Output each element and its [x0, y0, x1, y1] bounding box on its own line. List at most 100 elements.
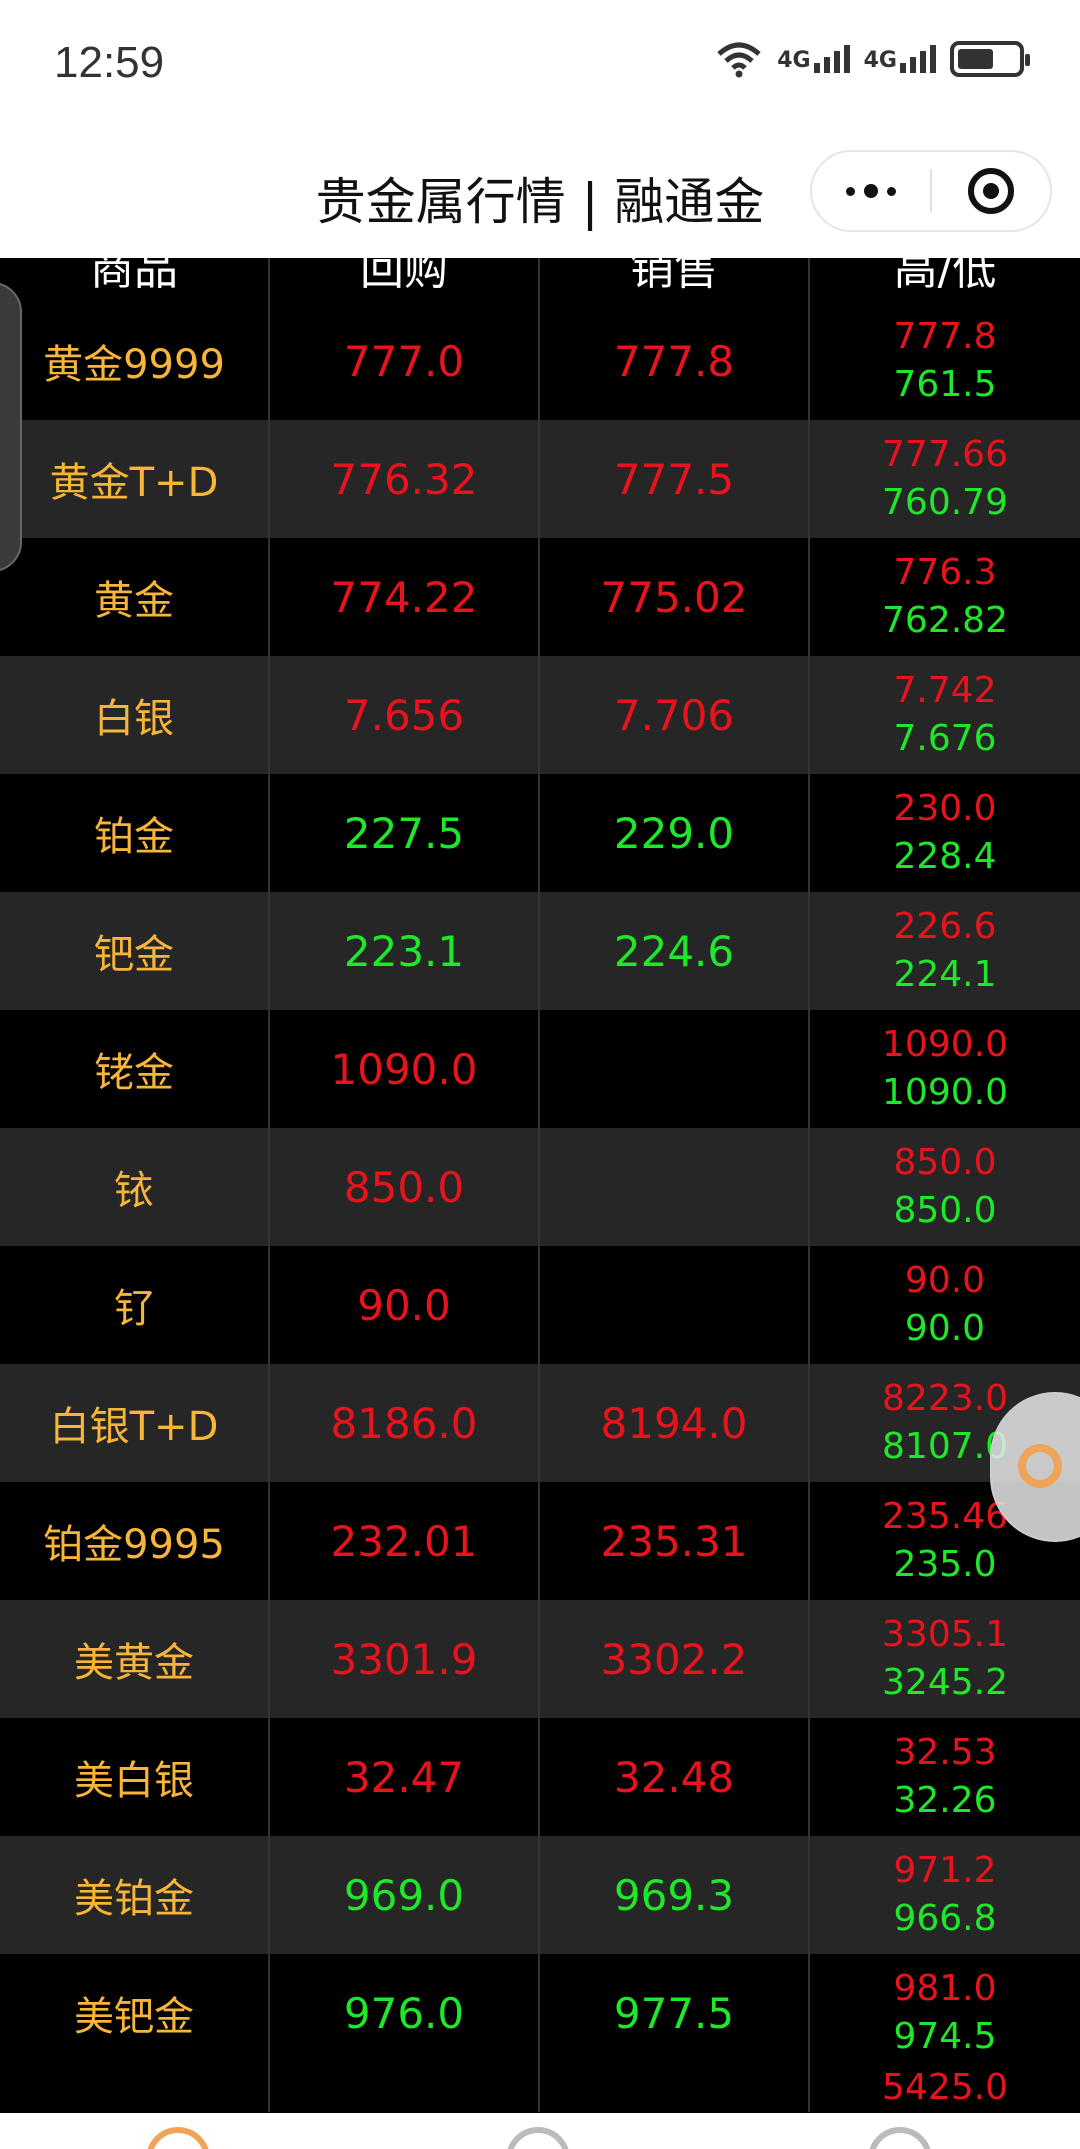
table-row[interactable]: 铂金9995 232.01 235.31 235.46 235.0 — [0, 1482, 1080, 1600]
sell-price-cell: 777.5 — [540, 420, 810, 538]
product-cell: 白银 — [0, 656, 270, 774]
high-low-cell: 777.66 760.79 — [810, 420, 1080, 538]
buy-price-cell: 776.32 — [270, 420, 540, 538]
buy-price: 976.0 — [343, 1988, 465, 2038]
low-price: 3245.2 — [882, 1662, 1008, 1703]
product-cell: 黄金9999 — [0, 302, 270, 420]
sell-price: 3302.2 — [600, 1634, 748, 1684]
buy-price: 1090.0 — [330, 1044, 478, 1094]
column-header-label: 销售 — [630, 258, 718, 295]
buy-price-cell: 8186.0 — [270, 1364, 540, 1482]
home-tab-icon[interactable] — [146, 2127, 210, 2149]
wifi-icon — [717, 42, 761, 78]
table-row[interactable]: 美钯金 976.0 977.5 981.0 974.5 — [0, 1954, 1080, 2072]
buy-price: 8186.0 — [330, 1398, 478, 1448]
low-price: 760.79 — [882, 482, 1008, 523]
product-cell: 钌 — [0, 1246, 270, 1364]
sell-price: 777.8 — [613, 336, 735, 386]
system-icons: 4G 4G — [715, 40, 1030, 78]
high-low-cell: 850.0 850.0 — [810, 1128, 1080, 1246]
high-price: 1090.0 — [882, 1024, 1008, 1065]
buy-price-cell: 223.1 — [270, 892, 540, 1010]
buy-price-cell: 774.22 — [270, 538, 540, 656]
table-row[interactable]: 白银 7.656 7.706 7.742 7.676 — [0, 656, 1080, 774]
sell-price: 977.5 — [613, 1988, 735, 2038]
high-price: 777.8 — [893, 316, 997, 357]
quote-table[interactable]: 商品 回购 销售 高/低 黄金9999 777.0 777.8 777.8 761.5 黄… — [0, 258, 1080, 2113]
table-row[interactable]: 美铂金 969.0 969.3 971.2 966.8 — [0, 1836, 1080, 1954]
product-cell: 铑金 — [0, 1010, 270, 1128]
table-row[interactable]: 黄金9999 777.0 777.8 777.8 761.5 — [0, 302, 1080, 420]
sell-price-cell: 224.6 — [540, 892, 810, 1010]
product-cell: 美铂金 — [0, 1836, 270, 1954]
table-row[interactable]: 铱 850.0 850.0 850.0 — [0, 1128, 1080, 1246]
buy-price: 776.32 — [330, 454, 478, 504]
product-cell — [0, 2072, 270, 2112]
sell-price-cell: 229.0 — [540, 774, 810, 892]
high-low-cell: 5425.0 — [810, 2067, 1080, 2112]
table-row[interactable]: 5425.0 — [0, 2067, 1080, 2112]
table-row[interactable]: 白银T+D 8186.0 8194.0 8223.0 8107.0 — [0, 1364, 1080, 1482]
high-price: 850.0 — [893, 1142, 997, 1183]
product-cell: 美黄金 — [0, 1600, 270, 1718]
table-row[interactable]: 黄金T+D 776.32 777.5 777.66 760.79 — [0, 420, 1080, 538]
high-low-cell: 971.2 966.8 — [810, 1836, 1080, 1954]
product-name: 铱 — [114, 1168, 154, 1214]
low-price: 762.82 — [882, 600, 1008, 641]
buy-price: 90.0 — [357, 1280, 451, 1330]
close-miniprogram-icon[interactable] — [932, 152, 1050, 230]
side-drawer-handle[interactable] — [0, 282, 22, 572]
low-price: 235.0 — [893, 1544, 997, 1585]
high-low-cell: 226.6 224.1 — [810, 892, 1080, 1010]
buy-price-cell: 32.47 — [270, 1718, 540, 1836]
high-price: 777.66 — [882, 434, 1008, 475]
product-name: 美钯金 — [74, 1994, 194, 2040]
more-icon[interactable] — [812, 152, 930, 230]
high-price: 226.6 — [893, 906, 997, 947]
high-low-cell: 777.8 761.5 — [810, 302, 1080, 420]
sell-price-cell: 977.5 — [540, 1954, 810, 2072]
column-header: 销售 — [540, 258, 810, 302]
high-low-cell: 1090.0 1090.0 — [810, 1010, 1080, 1128]
buy-price: 969.0 — [343, 1870, 465, 1920]
table-row[interactable]: 铑金 1090.0 1090.0 1090.0 — [0, 1010, 1080, 1128]
buy-price-cell — [270, 2072, 540, 2112]
sell-price: 7.706 — [613, 690, 735, 740]
buy-price-cell: 90.0 — [270, 1246, 540, 1364]
product-cell: 美钯金 — [0, 1954, 270, 2072]
table-row[interactable]: 黄金 774.22 775.02 776.3 762.82 — [0, 538, 1080, 656]
miniprogram-capsule — [810, 150, 1052, 232]
table-row[interactable]: 钌 90.0 90.0 90.0 — [0, 1246, 1080, 1364]
product-name: 铂金 — [94, 814, 174, 860]
buy-price-cell: 1090.0 — [270, 1010, 540, 1128]
low-price: 224.1 — [893, 954, 997, 995]
profile-tab-icon[interactable] — [868, 2127, 932, 2149]
column-header-label: 回购 — [360, 258, 448, 295]
high-low-cell: 230.0 228.4 — [810, 774, 1080, 892]
low-price: 761.5 — [893, 364, 997, 405]
table-row[interactable]: 钯金 223.1 224.6 226.6 224.1 — [0, 892, 1080, 1010]
buy-price: 850.0 — [343, 1162, 465, 1212]
buy-price-cell: 850.0 — [270, 1128, 540, 1246]
table-row[interactable]: 美白银 32.47 32.48 32.53 32.26 — [0, 1718, 1080, 1836]
low-price: 7.676 — [893, 718, 997, 759]
product-cell: 铂金9995 — [0, 1482, 270, 1600]
buy-price: 32.47 — [343, 1752, 465, 1802]
product-name: 美白银 — [74, 1758, 194, 1804]
product-name: 黄金9999 — [43, 342, 225, 388]
sell-price-cell: 777.8 — [540, 302, 810, 420]
buy-price-cell: 227.5 — [270, 774, 540, 892]
buy-price-cell: 777.0 — [270, 302, 540, 420]
sell-price: 235.31 — [600, 1516, 748, 1566]
low-price: 228.4 — [893, 836, 997, 877]
table-row[interactable]: 铂金 227.5 229.0 230.0 228.4 — [0, 774, 1080, 892]
sell-price-cell: 7.706 — [540, 656, 810, 774]
high-price: 3305.1 — [882, 1614, 1008, 1655]
product-name: 美黄金 — [74, 1640, 194, 1686]
quotes-tab-icon[interactable] — [506, 2127, 570, 2149]
high-price: 8223.0 — [882, 1378, 1008, 1419]
network-type-label: 4G — [777, 48, 811, 73]
table-row[interactable]: 美黄金 3301.9 3302.2 3305.1 3245.2 — [0, 1600, 1080, 1718]
high-price: 981.0 — [893, 1968, 997, 2009]
sell-price-cell: 32.48 — [540, 1718, 810, 1836]
